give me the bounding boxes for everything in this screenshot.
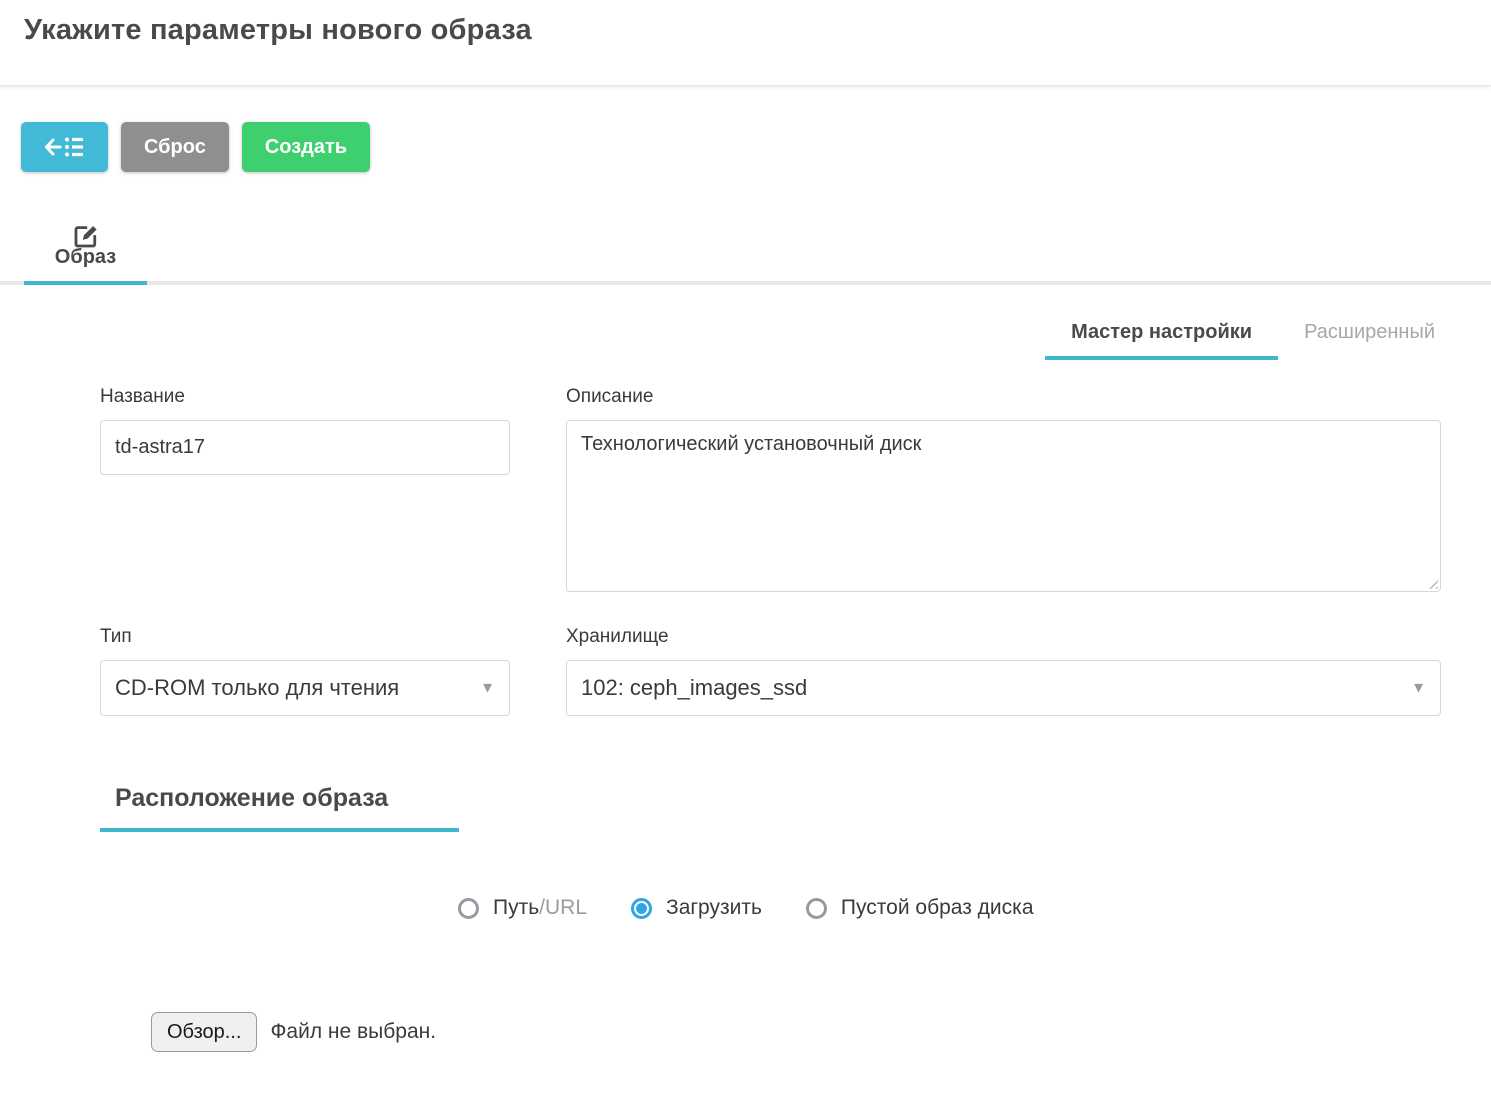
- location-options: Путь/URL Загрузить Пустой образ диска: [458, 896, 1491, 920]
- radio-empty-disk-label: Пустой образ диска: [841, 896, 1034, 920]
- tab-row: Образ: [0, 222, 1491, 285]
- type-label: Тип: [100, 626, 510, 648]
- file-status-text: Файл не выбран.: [270, 1020, 436, 1044]
- location-section-title: Расположение образа: [115, 784, 388, 812]
- tab-image-label: Образ: [55, 246, 116, 269]
- storage-select-value: 102: ceph_images_ssd: [581, 675, 807, 701]
- browse-file-button[interactable]: Обзор...: [151, 1012, 257, 1052]
- arrow-left-list-icon: [44, 134, 86, 160]
- page-title: Укажите параметры нового образа: [24, 14, 1467, 47]
- storage-label: Хранилище: [566, 626, 1441, 648]
- storage-field-group: Хранилище 102: ceph_images_ssd ▼: [566, 626, 1441, 716]
- radio-empty-disk[interactable]: [806, 898, 827, 919]
- chevron-down-icon: ▼: [480, 680, 495, 697]
- description-textarea-wrap: Технологический установочный диск: [566, 420, 1441, 592]
- tab-advanced[interactable]: Расширенный: [1278, 311, 1461, 360]
- image-form: Название Описание Технологический устано…: [0, 386, 1491, 716]
- location-section-heading: Расположение образа: [100, 784, 459, 832]
- name-label: Название: [100, 386, 510, 408]
- radio-upload-label: Загрузить: [666, 896, 762, 920]
- tab-underline: [0, 281, 1491, 285]
- tab-image[interactable]: Образ: [24, 222, 147, 281]
- reset-button[interactable]: Сброс: [121, 122, 229, 172]
- create-button[interactable]: Создать: [242, 122, 370, 172]
- radio-option-upload[interactable]: Загрузить: [631, 896, 762, 920]
- type-select[interactable]: CD-ROM только для чтения ▼: [100, 660, 510, 716]
- type-select-value: CD-ROM только для чтения: [115, 675, 399, 701]
- description-field-group: Описание Технологический установочный ди…: [566, 386, 1441, 592]
- chevron-down-icon: ▼: [1411, 680, 1426, 697]
- name-input[interactable]: [100, 420, 510, 475]
- radio-option-empty-disk[interactable]: Пустой образ диска: [806, 896, 1034, 920]
- toolbar: Сброс Создать: [21, 122, 1491, 172]
- radio-upload[interactable]: [631, 898, 652, 919]
- storage-select[interactable]: 102: ceph_images_ssd ▼: [566, 660, 1441, 716]
- tab-active-indicator: [24, 281, 147, 285]
- description-label: Описание: [566, 386, 1441, 408]
- radio-path-url-label: Путь/URL: [493, 896, 587, 920]
- type-field-group: Тип CD-ROM только для чтения ▼: [100, 626, 510, 716]
- file-upload-row: Обзор... Файл не выбран.: [151, 1012, 1491, 1052]
- page-header: Укажите параметры нового образа: [0, 0, 1491, 86]
- back-to-list-button[interactable]: [21, 122, 108, 172]
- mode-tabs: Мастер настройки Расширенный: [0, 311, 1461, 360]
- radio-path-url[interactable]: [458, 898, 479, 919]
- radio-option-path-url[interactable]: Путь/URL: [458, 896, 587, 920]
- description-textarea[interactable]: Технологический установочный диск: [566, 420, 1441, 592]
- name-field-group: Название: [100, 386, 510, 592]
- tab-wizard[interactable]: Мастер настройки: [1045, 311, 1278, 360]
